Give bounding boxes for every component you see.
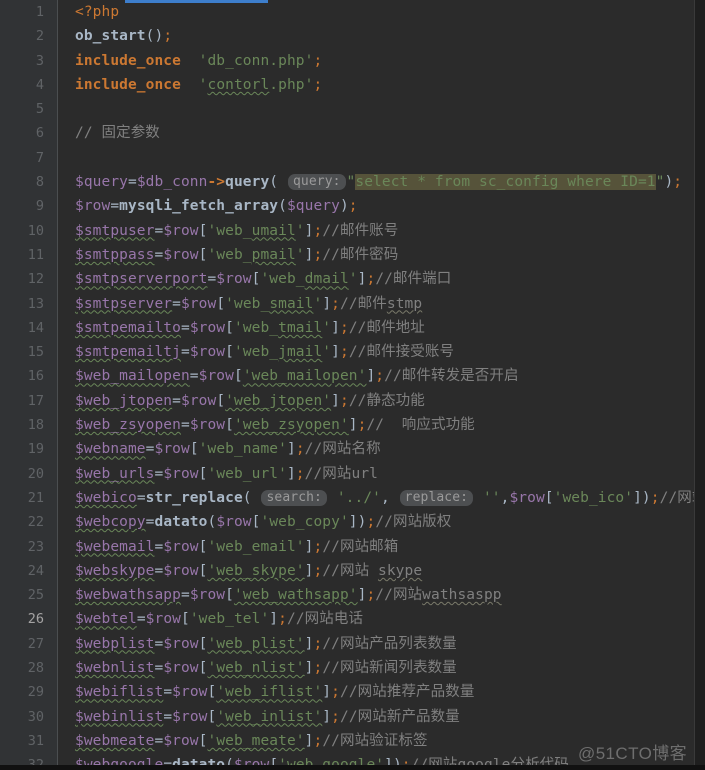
line-content[interactable]: $web_urls=$row['web_url'];//网站url	[75, 462, 378, 486]
line-number: 29	[27, 684, 44, 701]
line-number: 25	[27, 587, 44, 604]
line-content[interactable]: $smtpemailtj=$row['web_jmail'];//邮件接受账号	[75, 340, 454, 364]
line-number: 28	[27, 660, 44, 677]
line-number: 6	[35, 125, 44, 142]
viewport-bottom-cutoff	[0, 765, 705, 770]
line-content[interactable]: $row=mysqli_fetch_array($query);	[75, 194, 358, 218]
line-number: 5	[35, 101, 44, 118]
line-number: 11	[27, 246, 44, 263]
line-number: 15	[27, 344, 44, 361]
line-number: 4	[35, 76, 44, 93]
line-number: 22	[27, 514, 44, 531]
line-content[interactable]: $webname=$row['web_name'];//网站名称	[75, 437, 381, 461]
line-content[interactable]: $webnlist=$row['web_nlist'];//网站新闻列表数量	[75, 656, 457, 680]
line-number: 9	[35, 198, 44, 215]
line-content[interactable]: $webplist=$row['web_plist'];//网站产品列表数量	[75, 632, 457, 656]
line-content[interactable]: $webtel=$row['web_tel'];//网站电话	[75, 607, 363, 631]
line-content[interactable]: ob_start();	[75, 24, 172, 48]
line-content[interactable]: include_once 'db_conn.php';	[75, 49, 322, 73]
line-content[interactable]: $webinlist=$row['web_inlist'];//网站新产品数量	[75, 705, 460, 729]
line-number: 27	[27, 635, 44, 652]
line-number: 31	[27, 732, 44, 749]
inlay-hint-replace: replace:	[399, 489, 474, 506]
line-content[interactable]: $webskype=$row['web_skype'];//网站 skype	[75, 559, 422, 583]
line-number: 1	[35, 4, 44, 20]
line-content[interactable]: $web_jtopen=$row['web_jtopen'];//静态功能	[75, 389, 425, 413]
line-content[interactable]: $smtpserver=$row['web_smail'];//邮件stmp	[75, 292, 422, 316]
line-content[interactable]: $smtpemailto=$row['web_tmail'];//邮件地址	[75, 316, 425, 340]
gutter-divider	[57, 0, 58, 770]
line-number: 21	[27, 489, 44, 506]
line-number: 8	[35, 174, 44, 191]
line-number: 3	[35, 52, 44, 69]
inlay-hint-search: search:	[261, 489, 327, 506]
line-number: 7	[35, 149, 44, 166]
inlay-hint-query: query:	[287, 174, 346, 191]
line-number: 19	[27, 441, 44, 458]
line-number: 17	[27, 392, 44, 409]
watermark-label: @51CTO博客	[578, 744, 687, 763]
line-content[interactable]: $webcopy=datato($row['web_copy']);//网站版权	[75, 510, 451, 534]
line-content[interactable]: $smtppass=$row['web_pmail'];//邮件密码	[75, 243, 398, 267]
code-line[interactable]: 21 $webico=str_replace( search: '../', r…	[0, 486, 705, 510]
line-number: 26	[27, 611, 44, 628]
line-number: 18	[27, 417, 44, 434]
line-number: 10	[27, 222, 44, 239]
line-content[interactable]: $smtpuser=$row['web_umail'];//邮件账号	[75, 219, 398, 243]
active-tab-underline-indicator	[125, 0, 268, 3]
line-content[interactable]: $web_mailopen=$row['web_mailopen'];//邮件转…	[75, 364, 519, 388]
line-content[interactable]: $smtpserverport=$row['web_dmail'];//邮件端口	[75, 267, 451, 291]
line-content[interactable]: $query=$db_conn->query( query: "select * …	[75, 170, 682, 194]
line-content[interactable]: // 固定参数	[75, 121, 160, 145]
line-content[interactable]: $web_zsyopen=$row['web_zsyopen'];// 响应式功…	[75, 413, 475, 437]
code-editor-window: 1 <?php 2 ob_start(); 3 include_once 'db…	[0, 0, 705, 770]
line-number: 12	[27, 271, 44, 288]
line-content[interactable]: $webwathsapp=$row['web_wathsapp'];//网站wa…	[75, 583, 502, 607]
line-number: 30	[27, 708, 44, 725]
line-number: 23	[27, 538, 44, 555]
vertical-scrollbar[interactable]	[695, 0, 705, 770]
line-content[interactable]: $webemail=$row['web_email'];//网站邮箱	[75, 535, 398, 559]
line-content[interactable]: include_once 'contorl.php';	[75, 73, 322, 97]
line-content[interactable]: <?php	[75, 0, 119, 24]
line-content[interactable]: $webmeate=$row['web_meate'];//网站验证标签	[75, 729, 428, 753]
line-number: 2	[35, 28, 44, 45]
code-line[interactable]: 8 $query=$db_conn->query( query: "select …	[0, 170, 705, 194]
line-number: 16	[27, 368, 44, 385]
line-number: 14	[27, 319, 44, 336]
line-number: 13	[27, 295, 44, 312]
search-highlight: select * from sc_config where ID=1	[355, 174, 656, 191]
line-number: 20	[27, 465, 44, 482]
line-content[interactable]: $webiflist=$row['web_iflist'];//网站推荐产品数量	[75, 680, 474, 704]
line-content[interactable]: $webico=str_replace( search: '../', repl…	[75, 486, 705, 510]
line-number: 24	[27, 562, 44, 579]
